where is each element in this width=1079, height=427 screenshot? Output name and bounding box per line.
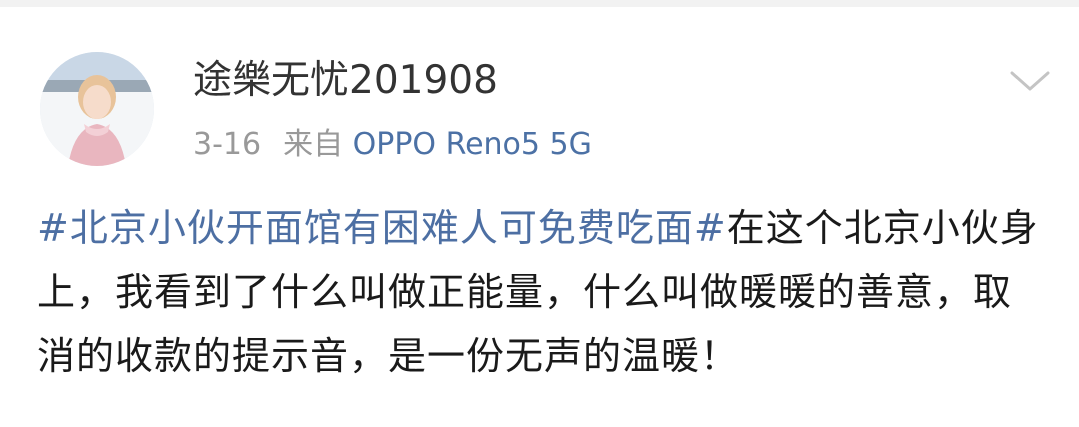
- avatar[interactable]: [40, 52, 154, 166]
- post-body: #北京小伙开面馆有困难人可免费吃面#在这个北京小伙身上，我看到了什么叫做正能量，…: [37, 196, 1047, 388]
- device-link[interactable]: OPPO Reno5 5G: [353, 127, 592, 162]
- hashtag-link[interactable]: #北京小伙开面馆有困难人可免费吃面#: [37, 206, 727, 250]
- post-meta: 3-16 来自 OPPO Reno5 5G: [193, 123, 592, 167]
- post-date: 3-16: [193, 127, 262, 162]
- author-name[interactable]: 途樂无忧201908: [193, 52, 498, 110]
- top-divider: [0, 0, 1079, 7]
- source-label: 来自: [283, 127, 344, 162]
- avatar-photo: [40, 52, 154, 166]
- chevron-down-icon[interactable]: [1002, 60, 1058, 100]
